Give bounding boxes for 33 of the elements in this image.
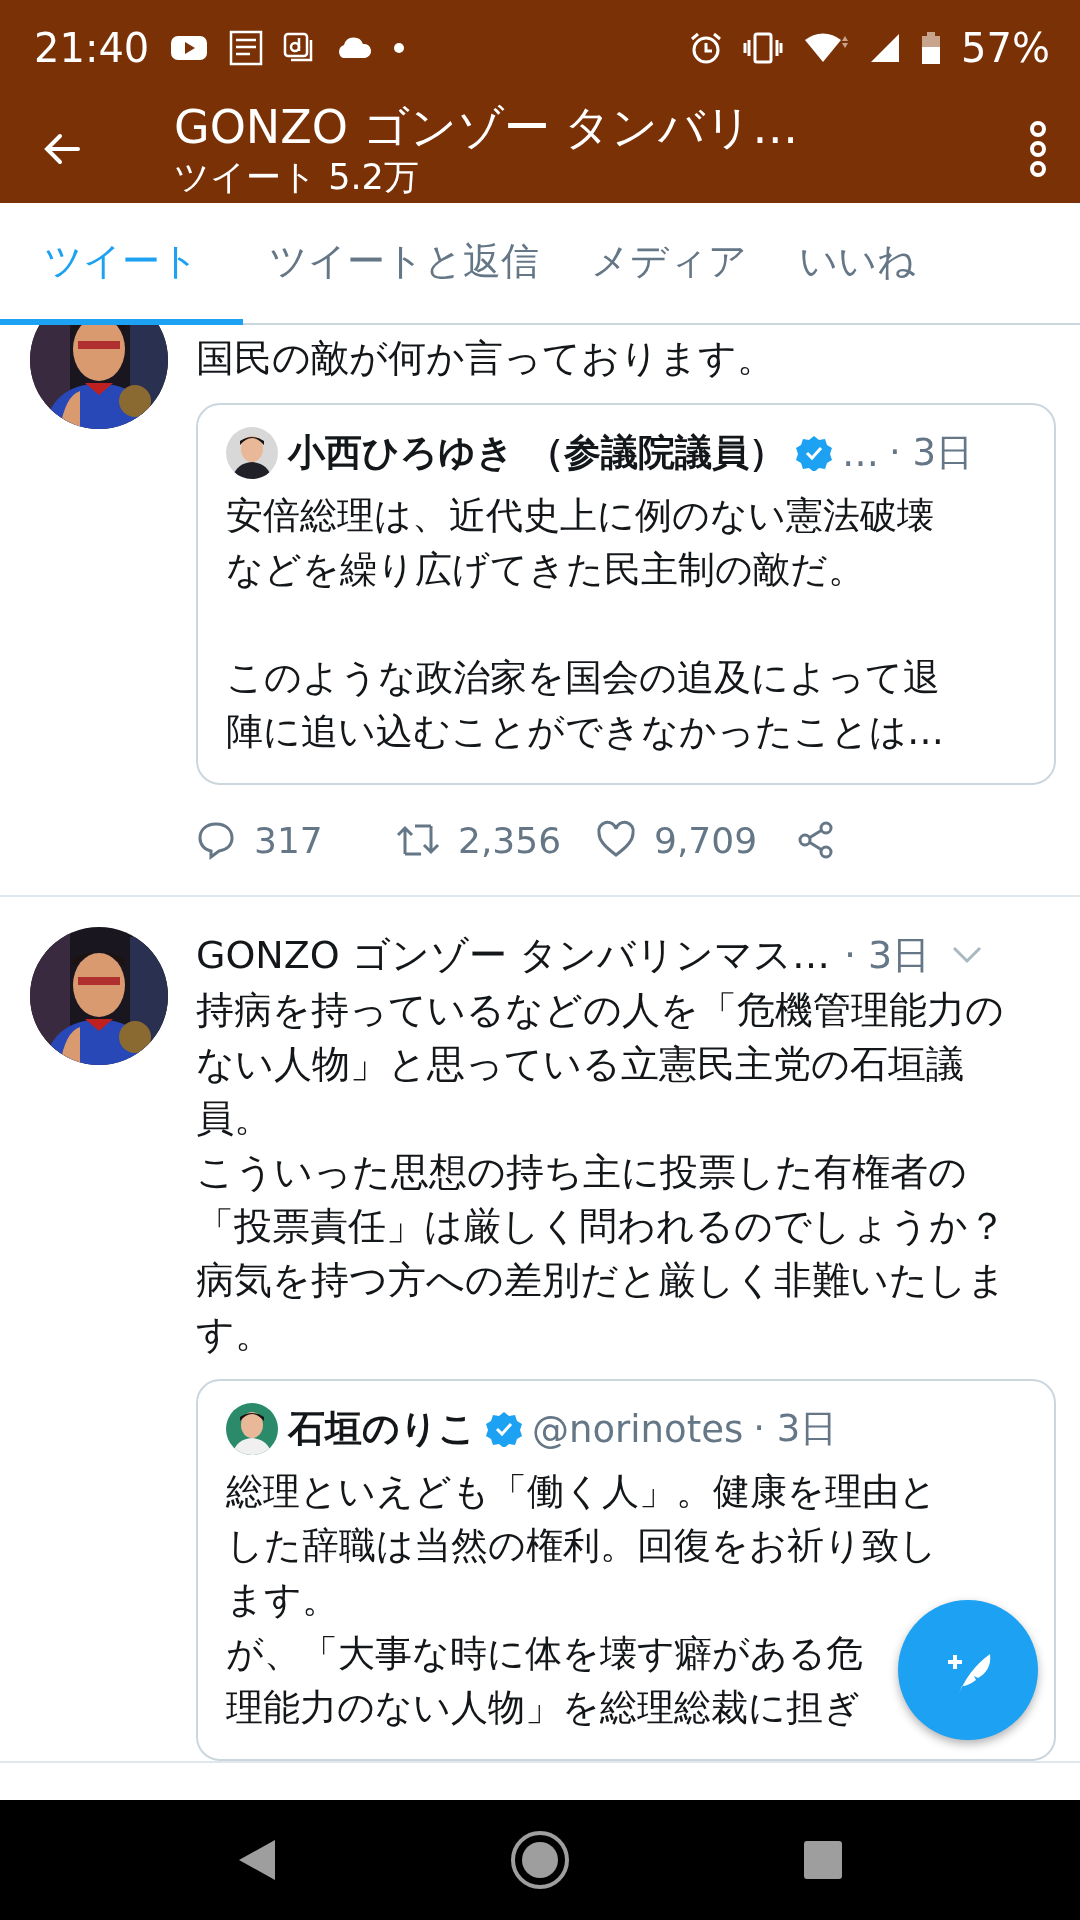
reply-icon [196, 820, 236, 860]
user-name: GONZO ゴンゾー タンバリンマス… [196, 931, 830, 979]
quoted-user-name: 石垣のりこ [288, 1406, 476, 1452]
tab[interactable]: メディア [565, 203, 773, 325]
alarm-icon [689, 30, 724, 65]
quoted-user-handle: @norinotes [532, 1407, 744, 1451]
home-icon[interactable] [510, 1830, 570, 1890]
tweet-text: 持病を持っているなどの人を「危機管理能力の ない人物」と思っている立憲民主党の石垣議 員。 こういった思想の持ち主に投票した有権者の 「投票責任」は厳しく問われるのでしょうか？ 病気を持つ方への差別だと厳しく非難いたしま す。 [196, 987, 1007, 1358]
app-notification-icon [229, 29, 264, 66]
tab[interactable]: ツイートと返信 [243, 203, 565, 325]
recents-icon[interactable] [803, 1840, 844, 1880]
profile-name: GONZO ゴンゾー タンバリ… [174, 99, 800, 155]
tab[interactable]: いいね [773, 203, 942, 325]
tweet-text: 国民の敵が何か言っております。 [196, 335, 776, 382]
wifi-icon [803, 31, 850, 64]
like-button[interactable]: 9,709 [596, 819, 796, 861]
dot-icon [393, 41, 406, 54]
quoted-tweet-time: · 3日 [753, 1406, 838, 1452]
compose-button[interactable] [898, 1600, 1038, 1740]
quoted-user-name: 小西ひろゆき （参議院議員） [288, 430, 786, 476]
quoted-tweet-text: 安倍総理は、近代史上に例のない憲法破壊 などを繰り広げてきた民主制の敵だ。 このような政治家を国会の追及によって退 陣に追い込むことができなかったことは… [226, 493, 944, 755]
battery-icon [921, 30, 942, 65]
battery-level: 57% [961, 24, 1050, 71]
quoted-user-handle: … [841, 431, 879, 475]
vibrate-icon [743, 30, 784, 65]
reply-button[interactable]: 317 [196, 819, 396, 861]
quoted-tweet-text: 総理といえども「働く人」。健康を理由と した辞職は当然の権利。回復をお祈り致し ます。 が、「大事な時に体を壊す癖がある危 理能力のない人物」を総理総裁に担ぎ [226, 1469, 937, 1731]
quoted-tweet-card[interactable]: 小西ひろゆき （参議院議員） … · 3日 安倍総理は、近代史上に例のない憲法破壊 などを繰り広げてきた民主制の敵だ。 このような政治家を国会の追及によって退 陣に追い込むことができなかったことは… [196, 403, 1056, 785]
tweet-count: ツイート 5.2万 [174, 156, 420, 199]
tweet-time: · 3日 [843, 931, 931, 979]
status-time: 21:40 [34, 24, 150, 71]
quoted-tweet-time: · 3日 [888, 430, 973, 476]
retweet-button[interactable]: 2,356 [396, 819, 596, 861]
